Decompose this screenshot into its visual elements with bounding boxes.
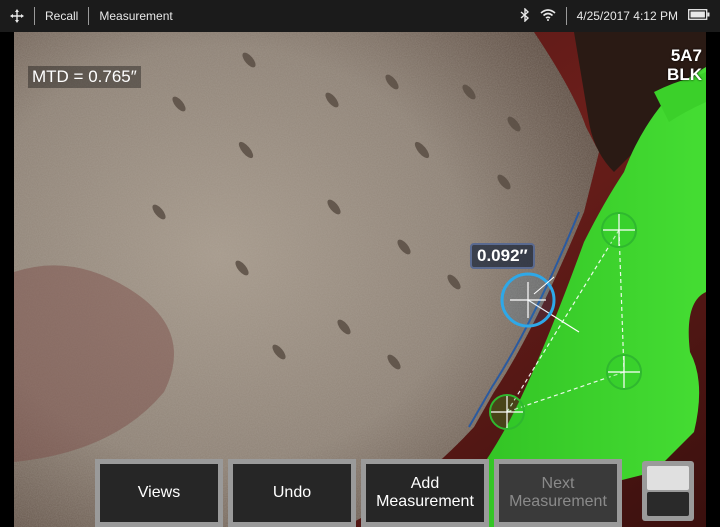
add-line-1: Add: [410, 475, 440, 492]
next-line-1: Next: [541, 475, 575, 492]
datetime: 4/25/2017 4:12 PM: [576, 9, 678, 23]
probe-id-line-1: 5A7: [670, 46, 702, 65]
status-bar: Recall Measurement 4/25/2017 4:12 PM: [0, 0, 720, 32]
next-measurement-button-label: Next Measurement: [499, 464, 617, 522]
measurement-tab[interactable]: Measurement: [89, 9, 182, 23]
inspection-image: [14, 32, 706, 527]
softkey-bar: Views Undo Add Measurement Next Measuremen…: [95, 459, 622, 527]
add-measurement-button-label: Add Measurement: [366, 464, 484, 522]
inspection-image-viewer[interactable]: MTD = 0.765″ 5A7 BLK 0.092″: [14, 32, 706, 527]
depth-measurement-label: 0.092″: [470, 243, 535, 269]
probe-id-label: 5A7 BLK: [667, 46, 702, 84]
toggle-top-segment: [647, 466, 689, 490]
menu-toggle-button[interactable]: [642, 461, 694, 521]
undo-button[interactable]: Undo: [228, 459, 356, 527]
add-line-2: Measurement: [376, 493, 474, 510]
mtd-readout: MTD = 0.765″: [28, 66, 141, 88]
separator: [565, 7, 567, 25]
undo-button-label: Undo: [233, 464, 351, 522]
wifi-icon: [540, 8, 556, 24]
views-button[interactable]: Views: [95, 459, 223, 527]
recall-tab[interactable]: Recall: [35, 9, 88, 23]
next-measurement-button[interactable]: Next Measurement: [494, 459, 622, 527]
battery-icon: [688, 9, 710, 23]
probe-id-line-2: BLK: [667, 65, 702, 84]
next-line-2: Measurement: [509, 493, 607, 510]
toggle-bottom-segment: [647, 491, 689, 516]
add-measurement-button[interactable]: Add Measurement: [361, 459, 489, 527]
views-button-label: Views: [100, 464, 218, 522]
move-cross-icon[interactable]: [0, 8, 34, 24]
bluetooth-icon: [520, 6, 530, 25]
